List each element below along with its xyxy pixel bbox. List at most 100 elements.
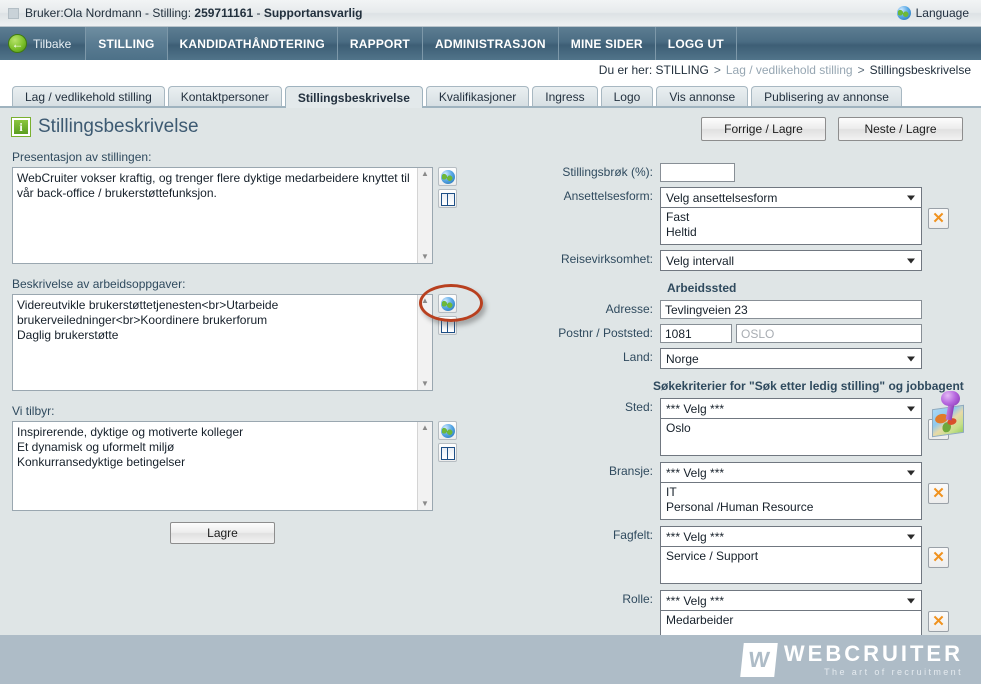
tab-label: Lag / vedlikehold stilling bbox=[25, 89, 152, 104]
scroll-up-icon[interactable]: ▲ bbox=[421, 170, 429, 178]
bransje-row: Bransje: *** Velg *** IT Personal /Human… bbox=[555, 462, 970, 520]
stillingsbrok-input[interactable] bbox=[660, 163, 735, 182]
offer-tools bbox=[438, 421, 457, 462]
nav-item-kandidathandtering[interactable]: KANDIDATHÅNDTERING bbox=[168, 27, 338, 60]
language-label: Language bbox=[915, 6, 969, 20]
breadcrumb-link-lag-vedlikehold[interactable]: Lag / vedlikehold stilling bbox=[726, 63, 853, 77]
sted-select[interactable]: *** Velg *** bbox=[660, 398, 922, 419]
postnr-input[interactable]: 1081 bbox=[660, 324, 732, 343]
scroll-down-icon[interactable]: ▼ bbox=[421, 253, 429, 261]
sted-selected: *** Velg *** bbox=[666, 401, 725, 416]
offer-scrollbar[interactable]: ▲ ▼ bbox=[417, 422, 432, 510]
sted-chosen-list[interactable]: Oslo bbox=[660, 419, 922, 456]
fagfelt-chosen-list[interactable]: Service / Support bbox=[660, 547, 922, 584]
language-switcher[interactable]: Language bbox=[896, 6, 981, 20]
offer-textarea[interactable]: Inspirerende, dyktige og motiverte kolle… bbox=[12, 421, 433, 511]
scroll-down-icon[interactable]: ▼ bbox=[421, 500, 429, 508]
tab-logo[interactable]: Logo bbox=[600, 86, 654, 106]
adresse-input[interactable]: Tevlingveien 23 bbox=[660, 300, 922, 319]
remove-fagfelt-button[interactable]: ✕ bbox=[928, 547, 949, 568]
nav-label: ADMINISTRASJON bbox=[434, 36, 546, 51]
application-window: Bruker:Ola Nordmann - Stilling: 25971116… bbox=[0, 0, 981, 684]
dictionary-book-icon[interactable] bbox=[438, 189, 457, 208]
remove-bransje-button[interactable]: ✕ bbox=[928, 483, 949, 504]
land-select[interactable]: Norge bbox=[660, 348, 922, 369]
tab-ingress[interactable]: Ingress bbox=[532, 86, 598, 106]
nav-label: LOGG UT bbox=[667, 36, 724, 51]
tasks-textarea[interactable]: Videreutvikle brukerstøttetjenesten<br>U… bbox=[12, 294, 433, 391]
dictionary-book-icon[interactable] bbox=[438, 443, 457, 462]
translate-globe-icon[interactable] bbox=[438, 421, 457, 440]
back-button-label: Tilbake bbox=[33, 36, 72, 51]
ansettelsesform-chosen-list[interactable]: Fast Heltid bbox=[660, 208, 922, 245]
nav-item-mine-sider[interactable]: MINE SIDER bbox=[559, 27, 656, 60]
ansettelsesform-selected: Velg ansettelsesform bbox=[666, 190, 778, 205]
remove-ansettelsesform-button[interactable]: ✕ bbox=[928, 208, 949, 229]
tasks-label: Beskrivelse av arbeidsoppgaver: bbox=[12, 277, 186, 291]
globe-icon bbox=[440, 296, 455, 311]
nav-label: STILLING bbox=[98, 36, 155, 51]
chevron-down-icon bbox=[907, 356, 915, 361]
breadcrumb: Du er her: STILLING > Lag / vedlikehold … bbox=[599, 63, 971, 77]
tasks-scrollbar[interactable]: ▲ ▼ bbox=[417, 295, 432, 390]
info-icon: i bbox=[12, 118, 30, 136]
nav-item-logg-ut[interactable]: LOGG UT bbox=[656, 27, 737, 60]
tab-stillingsbeskrivelse[interactable]: Stillingsbeskrivelse bbox=[284, 86, 423, 108]
translate-globe-icon[interactable] bbox=[438, 294, 457, 313]
tab-label: Vis annonse bbox=[669, 89, 736, 104]
presentation-label: Presentasjon av stillingen: bbox=[12, 150, 152, 164]
save-button[interactable]: Lagre bbox=[170, 522, 275, 544]
land-row: Land: Norge bbox=[555, 348, 970, 369]
poststed-input[interactable]: OSLO bbox=[736, 324, 922, 343]
page-action-buttons: Forrige / Lagre Neste / Lagre bbox=[701, 117, 963, 141]
tab-vis-annonse[interactable]: Vis annonse bbox=[656, 86, 749, 106]
scroll-down-icon[interactable]: ▼ bbox=[421, 380, 429, 388]
offer-row: Inspirerende, dyktige og motiverte kolle… bbox=[12, 421, 457, 511]
logo-name: WEBCRUITER bbox=[783, 640, 963, 666]
list-item: Service / Support bbox=[666, 549, 759, 563]
ansettelsesform-select[interactable]: Velg ansettelsesform bbox=[660, 187, 922, 208]
dictionary-book-icon[interactable] bbox=[438, 316, 457, 335]
translate-globe-icon[interactable] bbox=[438, 167, 457, 186]
adresse-row: Adresse: Tevlingveien 23 bbox=[555, 300, 970, 319]
bransje-selected: *** Velg *** bbox=[666, 465, 725, 480]
bransje-select[interactable]: *** Velg *** bbox=[660, 462, 922, 483]
logo-tagline: The art of recruitment bbox=[824, 666, 963, 677]
previous-save-button[interactable]: Forrige / Lagre bbox=[701, 117, 826, 141]
bransje-control: *** Velg *** IT Personal /Human Resource… bbox=[660, 462, 949, 520]
chevron-down-icon bbox=[907, 258, 915, 263]
fagfelt-chosen-row: Service / Support ✕ bbox=[660, 547, 949, 584]
land-selected: Norge bbox=[666, 351, 699, 366]
scroll-up-icon[interactable]: ▲ bbox=[421, 297, 429, 305]
bransje-chosen-list[interactable]: IT Personal /Human Resource bbox=[660, 483, 922, 520]
tab-kontaktpersoner[interactable]: Kontaktpersoner bbox=[167, 86, 282, 106]
arrow-left-icon: ← bbox=[8, 34, 27, 53]
nav-item-rapport[interactable]: RAPPORT bbox=[338, 27, 423, 60]
reisevirksomhet-row: Reisevirksomhet: Velg intervall bbox=[555, 250, 970, 271]
presentation-tools bbox=[438, 167, 457, 208]
nav-item-administrasjon[interactable]: ADMINISTRASJON bbox=[423, 27, 559, 60]
nav-item-stilling[interactable]: STILLING bbox=[86, 27, 168, 60]
globe-icon bbox=[440, 169, 455, 184]
land-label: Land: bbox=[622, 350, 653, 364]
tab-label: Stillingsbeskrivelse bbox=[297, 90, 410, 105]
rolle-select[interactable]: *** Velg *** bbox=[660, 590, 922, 611]
scroll-up-icon[interactable]: ▲ bbox=[421, 424, 429, 432]
tab-label: Kontaktpersoner bbox=[180, 89, 269, 104]
presentation-textarea[interactable]: WebCruiter vokser kraftig, og trenger fl… bbox=[12, 167, 433, 264]
sted-chosen-row: Oslo ✕ bbox=[660, 419, 949, 456]
reisevirksomhet-select[interactable]: Velg intervall bbox=[660, 250, 922, 271]
logo-text: WEBCRUITER The art of recruitment bbox=[783, 640, 963, 677]
tab-publisering-av-annonse[interactable]: Publisering av annonse bbox=[751, 86, 902, 106]
presentation-scrollbar[interactable]: ▲ ▼ bbox=[417, 168, 432, 263]
ansettelsesform-row: Ansettelsesform: Velg ansettelsesform Fa… bbox=[555, 187, 970, 245]
tab-kvalifikasjoner[interactable]: Kvalifikasjoner bbox=[425, 86, 530, 106]
back-button[interactable]: ← Tilbake bbox=[0, 27, 87, 60]
tasks-field-group: Beskrivelse av arbeidsoppgaver: Videreut… bbox=[12, 277, 457, 391]
next-save-button[interactable]: Neste / Lagre bbox=[838, 117, 963, 141]
fagfelt-select[interactable]: *** Velg *** bbox=[660, 526, 922, 547]
remove-rolle-button[interactable]: ✕ bbox=[928, 611, 949, 632]
user-prefix: Bruker:Ola Nordmann - Stilling: bbox=[25, 6, 195, 20]
tab-lag-vedlikehold-stilling[interactable]: Lag / vedlikehold stilling bbox=[12, 86, 165, 106]
list-item: Oslo bbox=[666, 421, 691, 435]
